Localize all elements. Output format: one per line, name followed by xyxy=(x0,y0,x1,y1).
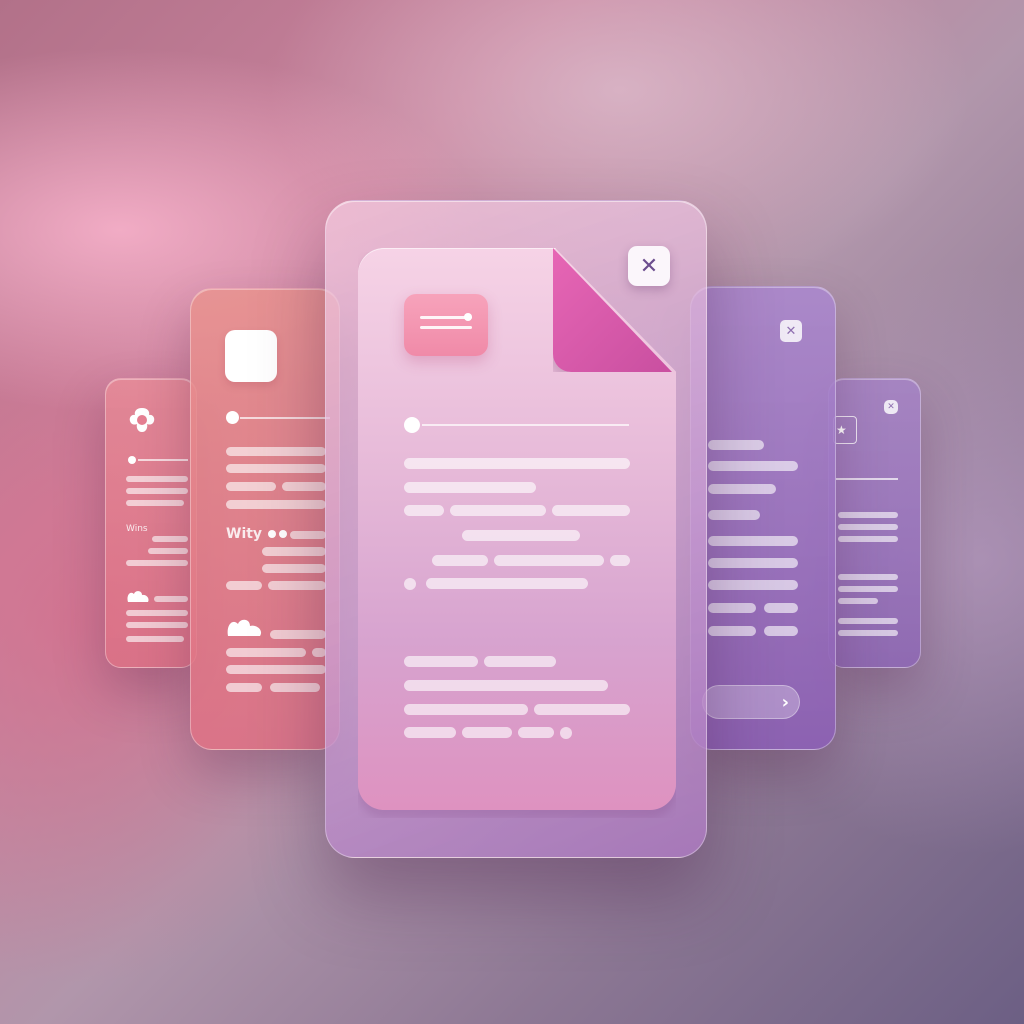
far-right-divider xyxy=(836,478,898,480)
far-right-text-line xyxy=(838,598,878,604)
far-left-text-line xyxy=(126,636,184,642)
mid-right-text-line xyxy=(708,440,764,450)
far-left-text-line xyxy=(126,622,188,628)
mid-left-text-line xyxy=(226,683,262,692)
mid-right-text-line xyxy=(708,580,798,590)
mid-right-text-line xyxy=(708,461,798,471)
mid-left-text-line xyxy=(226,464,326,473)
far-right-text-line xyxy=(838,586,898,592)
main-text-line xyxy=(404,680,608,691)
mid-left-text-line xyxy=(268,581,326,590)
main-text-line xyxy=(462,530,580,541)
mid-left-text-line xyxy=(226,447,326,456)
mid-left-text-line xyxy=(262,564,326,573)
mid-left-text-line xyxy=(262,547,326,556)
mid-left-slider-dot xyxy=(226,411,239,424)
main-slider-track xyxy=(422,424,629,426)
main-slider-dot[interactable] xyxy=(404,417,420,433)
mid-right-text-line xyxy=(708,603,756,613)
far-right-text-line xyxy=(838,536,898,542)
square-app-icon xyxy=(225,330,277,382)
far-left-text-line xyxy=(126,560,188,566)
main-text-line xyxy=(404,727,456,738)
chevron-right-icon: › xyxy=(781,691,789,713)
mid-left-text-line xyxy=(270,630,326,639)
mid-left-text-line xyxy=(312,648,326,657)
main-text-line xyxy=(404,458,630,469)
far-left-text-line xyxy=(126,500,184,506)
main-bullet-dot xyxy=(560,727,572,739)
mid-left-text-line xyxy=(226,648,306,657)
mid-left-text-line xyxy=(226,482,276,491)
mid-left-text-line xyxy=(226,500,326,509)
main-text-line xyxy=(404,505,444,516)
clover-icon xyxy=(129,408,155,432)
next-pill-button[interactable]: › xyxy=(702,685,800,719)
close-icon[interactable]: ✕ xyxy=(780,320,802,342)
cloud-blob-icon xyxy=(227,619,262,636)
mid-right-text-line xyxy=(764,626,798,636)
mid-right-text-line xyxy=(708,484,776,494)
mid-left-text-line xyxy=(290,531,326,539)
main-text-line xyxy=(450,505,546,516)
menu-lines-icon[interactable] xyxy=(404,294,488,356)
mid-left-text-line xyxy=(282,482,326,491)
mid-right-text-line xyxy=(708,510,760,520)
close-icon[interactable]: ✕ xyxy=(884,400,898,414)
main-text-line xyxy=(610,555,630,566)
mid-left-dot xyxy=(279,530,287,538)
main-text-line xyxy=(484,656,556,667)
far-left-slider-dot xyxy=(128,456,136,464)
main-text-line xyxy=(462,727,512,738)
cloud-blob-icon xyxy=(127,591,149,602)
main-text-line xyxy=(494,555,604,566)
far-right-text-line xyxy=(838,618,898,624)
card-stack-scene: Wins ✕ ★ Wity ✕ › ✕ xyxy=(0,0,1024,1024)
main-text-line xyxy=(404,704,528,715)
far-left-label: Wins xyxy=(126,524,148,534)
mid-left-slider-track xyxy=(240,417,330,419)
close-icon[interactable]: ✕ xyxy=(628,246,670,286)
far-left-text-line xyxy=(126,476,188,482)
main-text-line xyxy=(426,578,588,589)
far-right-text-line xyxy=(838,512,898,518)
main-text-line xyxy=(404,482,536,493)
far-right-text-line xyxy=(838,574,898,580)
main-text-line xyxy=(518,727,554,738)
far-left-text-line xyxy=(154,596,188,602)
main-text-line xyxy=(404,656,478,667)
far-left-text-line xyxy=(152,536,188,542)
far-left-text-line xyxy=(126,488,188,494)
star-icon: ★ xyxy=(833,416,857,444)
far-right-text-line xyxy=(838,630,898,636)
far-right-text-line xyxy=(838,524,898,530)
mid-left-text-line xyxy=(226,665,326,674)
mid-right-text-line xyxy=(708,558,798,568)
main-text-line xyxy=(534,704,630,715)
mid-left-text-line xyxy=(270,683,320,692)
main-text-line xyxy=(432,555,488,566)
mid-right-text-line xyxy=(764,603,798,613)
mid-left-text-line xyxy=(226,581,262,590)
mid-right-text-line xyxy=(708,626,756,636)
mid-left-label: Wity xyxy=(226,526,263,542)
far-left-slider-track xyxy=(138,459,188,461)
main-text-line xyxy=(552,505,630,516)
far-left-text-line xyxy=(148,548,188,554)
mid-left-dot xyxy=(268,530,276,538)
far-left-text-line xyxy=(126,610,188,616)
main-bullet-dot xyxy=(404,578,416,590)
mid-right-text-line xyxy=(708,536,798,546)
